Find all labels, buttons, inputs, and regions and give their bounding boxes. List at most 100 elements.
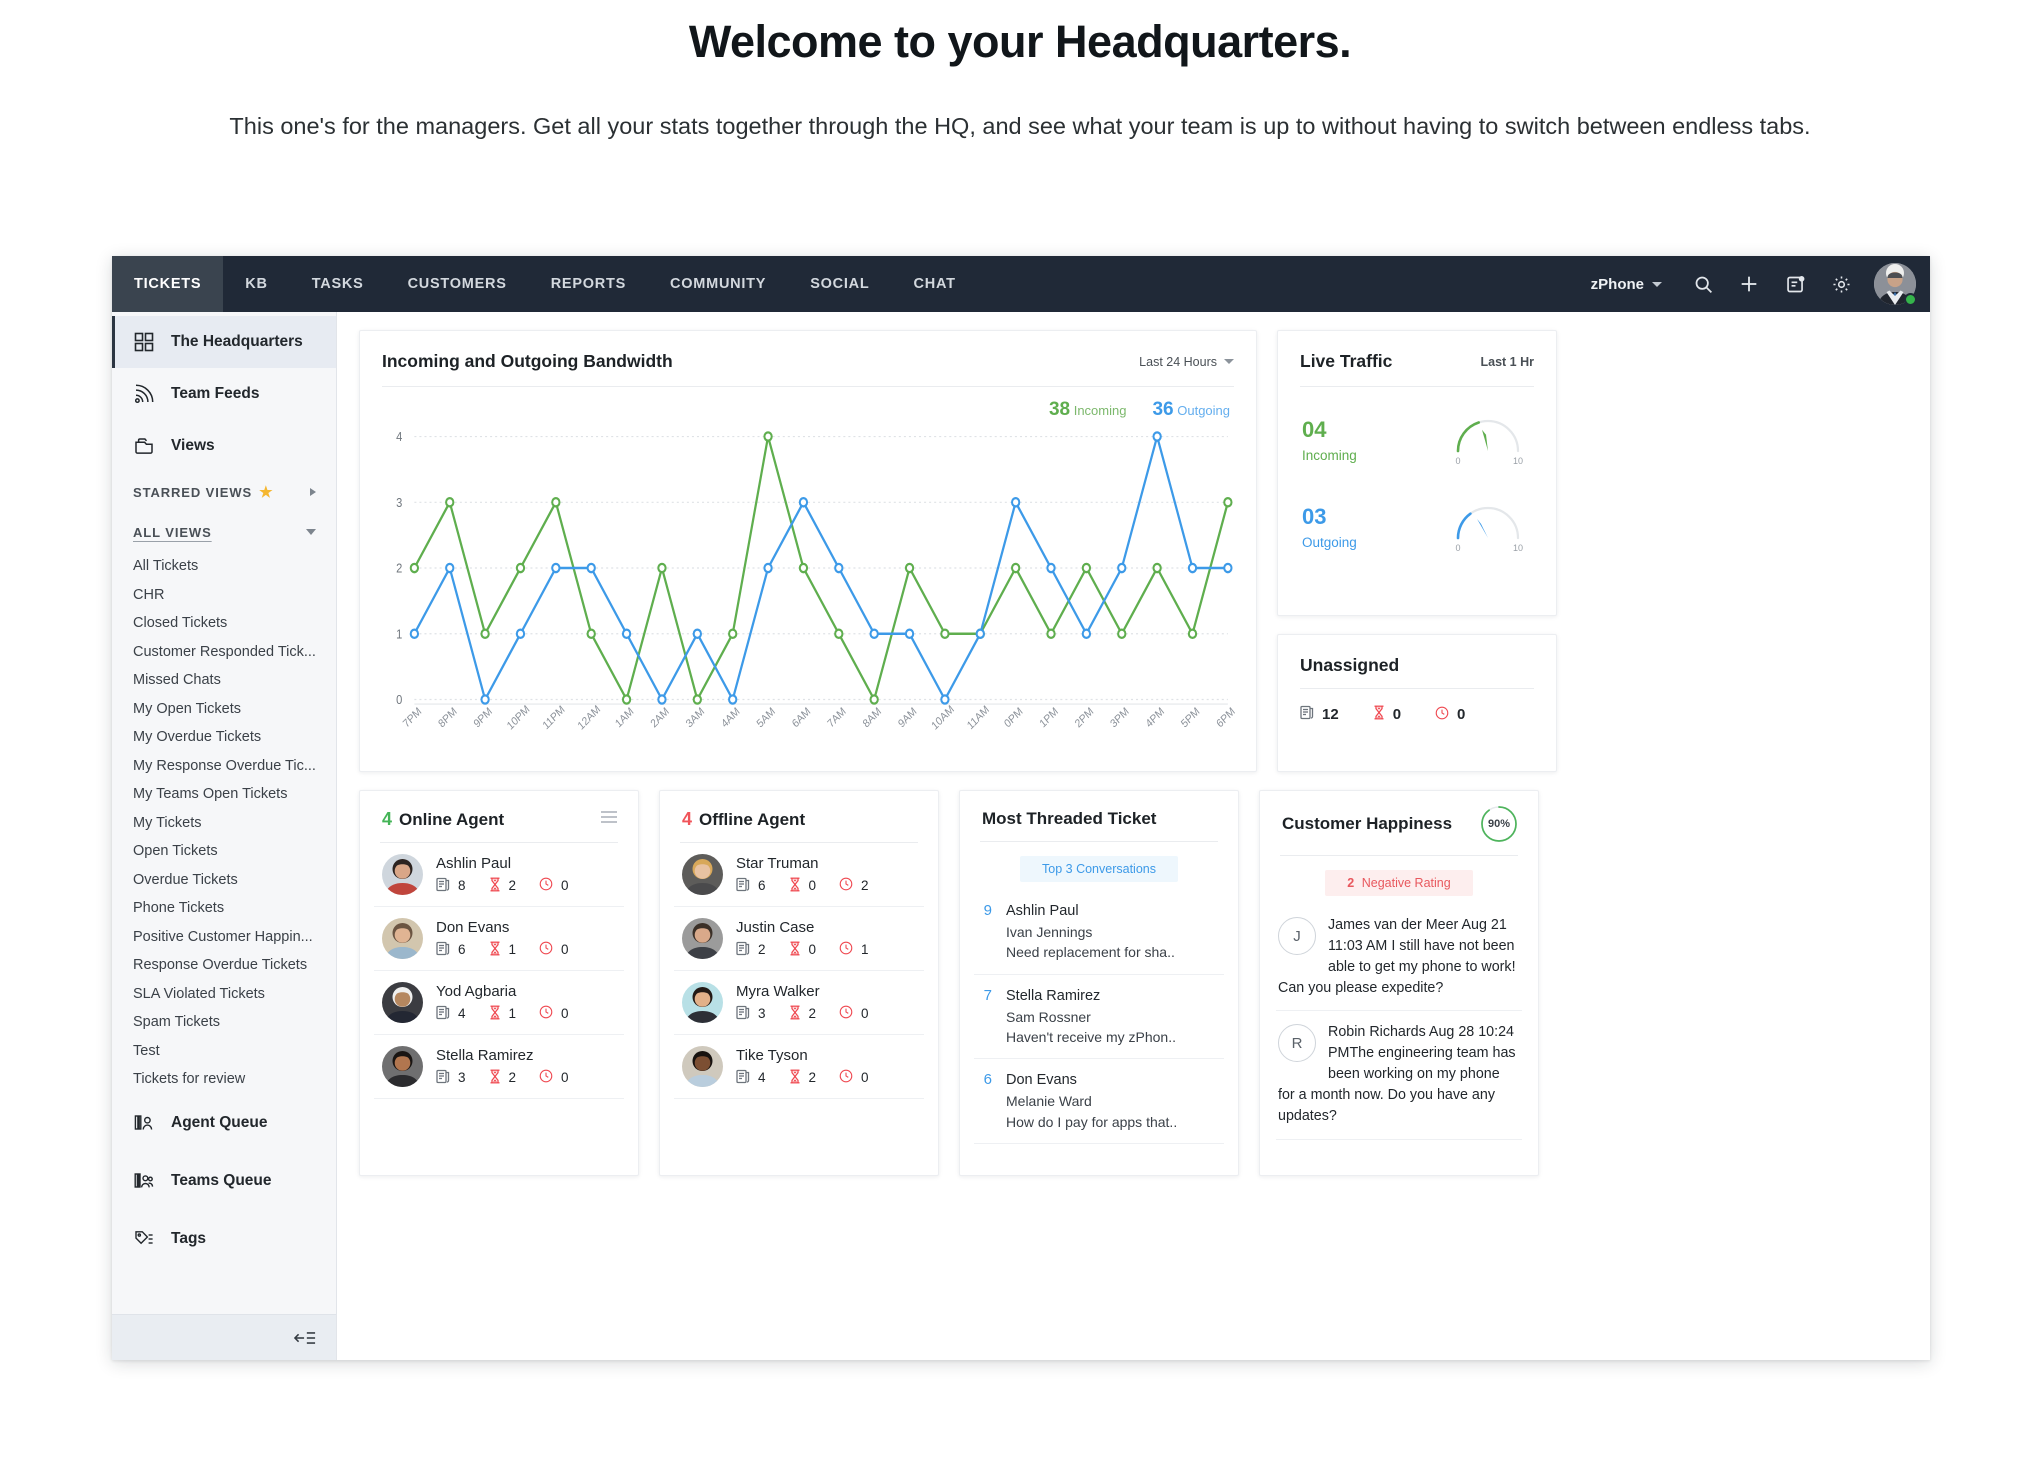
agent-overdue-stat: 2 <box>489 877 516 895</box>
bandwidth-range-selector[interactable]: Last 24 Hours <box>1139 355 1234 369</box>
sidebar-view-label: Missed Chats <box>133 672 221 689</box>
svg-text:12AM: 12AM <box>576 703 603 733</box>
threaded-ticket-row[interactable]: 6 Don Evans Melanie Ward How do I pay for a… <box>974 1059 1224 1144</box>
agent-stats: 4 1 0 <box>436 1005 569 1023</box>
agent-overdue-stat: 2 <box>489 1069 516 1087</box>
collapse-sidebar-button[interactable] <box>112 1314 336 1360</box>
sidebar-view-item[interactable]: CHR <box>112 581 336 610</box>
hourglass-icon <box>1373 705 1385 724</box>
offline-agents-count: 4 <box>682 809 693 829</box>
agent-name: Myra Walker <box>736 982 820 1000</box>
agent-row[interactable]: Tike Tyson 4 2 0 <box>674 1035 924 1099</box>
agent-row[interactable]: Myra Walker 3 2 0 <box>674 971 924 1035</box>
sidebar-item-agent-queue[interactable]: Agent Queue <box>112 1094 336 1152</box>
tab-reports[interactable]: REPORTS <box>529 256 648 312</box>
sidebar-view-item[interactable]: Open Tickets <box>112 837 336 866</box>
sidebar-view-item[interactable]: Closed Tickets <box>112 609 336 638</box>
agent-row[interactable]: Star Truman 6 0 2 <box>674 843 924 907</box>
sidebar-view-item[interactable]: My Response Overdue Tic... <box>112 752 336 781</box>
sidebar-item-tags[interactable]: Tags <box>112 1210 336 1268</box>
sidebar-view-item[interactable]: Response Overdue Tickets <box>112 951 336 980</box>
sidebar-item-teams-queue[interactable]: Teams Queue <box>112 1152 336 1210</box>
gear-icon[interactable] <box>1818 261 1864 307</box>
sidebar-item-team-feeds[interactable]: Team Feeds <box>112 368 336 420</box>
svg-text:2PM: 2PM <box>1073 705 1096 730</box>
agent-overdue-count: 2 <box>808 1006 817 1021</box>
svg-text:5AM: 5AM <box>755 705 778 730</box>
plus-icon[interactable] <box>1726 261 1772 307</box>
clock-icon <box>539 941 553 958</box>
negative-rating-count: 2 <box>1347 876 1355 890</box>
search-icon[interactable] <box>1680 261 1726 307</box>
tab-chat[interactable]: CHAT <box>892 256 978 312</box>
svg-text:8AM: 8AM <box>861 705 884 730</box>
sidebar-view-item[interactable]: My Overdue Tickets <box>112 723 336 752</box>
notes-icon[interactable] <box>1772 261 1818 307</box>
negative-ratings-list: J James van der Meer Aug 21 11:03 AM I st… <box>1260 900 1538 1140</box>
sidebar-view-item[interactable]: Test <box>112 1037 336 1066</box>
sidebar-item-views[interactable]: Views <box>112 420 336 472</box>
threaded-ticket-row[interactable]: 7 Stella Ramirez Sam Rossner Haven't receiv… <box>974 975 1224 1060</box>
agent-row[interactable]: Don Evans 6 1 0 <box>374 907 624 971</box>
tag-icon <box>133 1228 155 1250</box>
sidebar-view-item[interactable]: SLA Violated Tickets <box>112 980 336 1009</box>
tab-kb[interactable]: KB <box>223 256 289 312</box>
agent-info: Myra Walker 3 2 0 <box>736 983 869 1023</box>
thread-count: 7 <box>983 986 992 1004</box>
tab-community[interactable]: COMMUNITY <box>648 256 788 312</box>
top-conversations-pill: Top 3 Conversations <box>1020 856 1178 882</box>
legend-outgoing-label: Outgoing <box>1177 403 1230 418</box>
starred-views-label: STARRED VIEWS <box>133 484 253 500</box>
sidebar-view-label: Phone Tickets <box>133 900 225 917</box>
agent-name: Stella Ramirez <box>436 1046 534 1064</box>
svg-text:0: 0 <box>1455 456 1460 466</box>
agent-queue-icon <box>133 1112 155 1134</box>
hamburger-icon[interactable] <box>600 810 618 829</box>
unassigned-stat-value: 12 <box>1322 706 1339 723</box>
tab-tasks[interactable]: TASKS <box>290 256 386 312</box>
sidebar-section-all-views[interactable]: ALL VIEWS <box>112 512 336 552</box>
tab-social[interactable]: SOCIAL <box>788 256 891 312</box>
views-icon <box>133 435 155 457</box>
agent-row[interactable]: Stella Ramirez 3 2 0 <box>374 1035 624 1099</box>
sidebar-view-item[interactable]: Positive Customer Happin... <box>112 923 336 952</box>
brand-selector[interactable]: zPhone <box>1573 276 1680 293</box>
sidebar-section-starred-views[interactable]: STARRED VIEWS ★ <box>112 472 336 512</box>
sidebar-item-label: Teams Queue <box>171 1171 272 1189</box>
sidebar-view-item[interactable]: Phone Tickets <box>112 894 336 923</box>
sidebar-view-item[interactable]: Customer Responded Tick... <box>112 638 336 667</box>
sidebar-view-item[interactable]: Tickets for review <box>112 1065 336 1094</box>
agent-row[interactable]: Ashlin Paul 8 2 0 <box>374 843 624 907</box>
agent-row[interactable]: Yod Agbaria 4 1 0 <box>374 971 624 1035</box>
svg-text:6AM: 6AM <box>790 705 813 730</box>
agent-stats: 3 2 0 <box>736 1005 869 1023</box>
agent-due-count: 0 <box>861 1070 869 1085</box>
agent-overdue-stat: 2 <box>789 1005 817 1023</box>
agent-due-count: 0 <box>861 1006 869 1021</box>
threaded-ticket-row[interactable]: 9 Ashlin Paul Ivan Jennings Need replacemen… <box>974 890 1224 975</box>
sidebar-view-item[interactable]: My Teams Open Tickets <box>112 780 336 809</box>
sidebar-item-the-headquarters[interactable]: The Headquarters <box>112 316 336 368</box>
agent-stats: 3 2 0 <box>436 1069 569 1087</box>
agent-stats: 6 0 2 <box>736 877 869 895</box>
sidebar-view-item[interactable]: My Tickets <box>112 809 336 838</box>
agent-ticket-count: 6 <box>758 878 766 893</box>
negative-rating-row[interactable]: R Robin Richards Aug 28 10:24 PMThe engin… <box>1276 1011 1522 1140</box>
ticket-icon <box>436 877 450 895</box>
negative-rating-row[interactable]: J James van der Meer Aug 21 11:03 AM I st… <box>1276 904 1522 1012</box>
top-conversations-pill-wrap: Top 3 Conversations <box>960 842 1238 886</box>
agent-name: Star Truman <box>736 854 819 872</box>
agent-row[interactable]: Justin Case 2 0 1 <box>674 907 924 971</box>
sidebar-view-item[interactable]: Missed Chats <box>112 666 336 695</box>
live-traffic-header: Live Traffic Last 1 Hr <box>1278 331 1556 386</box>
sidebar-view-item[interactable]: Overdue Tickets <box>112 866 336 895</box>
sidebar-view-label: SLA Violated Tickets <box>133 985 265 1002</box>
avatar[interactable] <box>1874 263 1917 306</box>
tab-tickets[interactable]: TICKETS <box>112 256 224 312</box>
agent-due-count: 0 <box>561 1070 569 1085</box>
sidebar-view-item[interactable]: All Tickets <box>112 552 336 581</box>
tab-customers[interactable]: CUSTOMERS <box>386 256 529 312</box>
sidebar-view-item[interactable]: Spam Tickets <box>112 1008 336 1037</box>
sidebar-view-item[interactable]: My Open Tickets <box>112 695 336 724</box>
svg-text:0PM: 0PM <box>1002 705 1025 730</box>
